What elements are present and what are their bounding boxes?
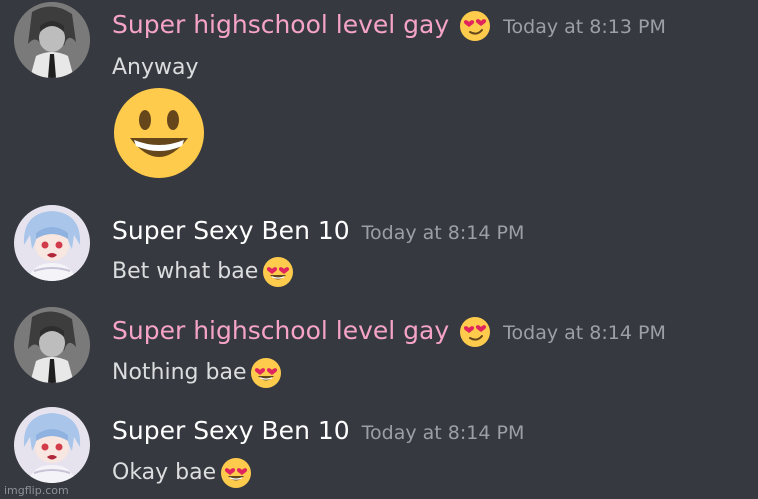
- timestamp[interactable]: Today at 8:14 PM: [362, 422, 525, 444]
- message-group: Super highschool level gay Today at 8:13…: [0, 0, 758, 190]
- avatar[interactable]: [14, 205, 90, 281]
- heart-eyes-wink-emoji-icon: [459, 316, 492, 348]
- author-name[interactable]: Super Sexy Ben 10: [112, 216, 350, 246]
- message-content: Anyway: [112, 53, 199, 83]
- message-text: Okay bae: [112, 460, 217, 485]
- heart-eyes-emoji-icon[interactable]: [220, 457, 252, 489]
- timestamp[interactable]: Today at 8:14 PM: [503, 322, 666, 344]
- heart-eyes-emoji-icon[interactable]: [250, 357, 282, 389]
- avatar[interactable]: [14, 407, 90, 483]
- message-content: Okay bae: [112, 457, 252, 489]
- watermark: imgflip.com: [4, 484, 69, 497]
- message-group: Super Sexy Ben 10 Today at 8:14 PM Okay …: [0, 405, 758, 495]
- author-name[interactable]: Super highschool level gay: [112, 10, 449, 40]
- heart-eyes-emoji-icon[interactable]: [262, 256, 294, 288]
- message-text: Bet what bae: [112, 259, 259, 284]
- message-header: Super Sexy Ben 10 Today at 8:14 PM: [112, 216, 524, 246]
- timestamp[interactable]: Today at 8:13 PM: [503, 16, 666, 38]
- avatar[interactable]: [14, 2, 90, 78]
- heart-eyes-wink-emoji-icon: [459, 10, 492, 42]
- message-header: Super highschool level gay Today at 8:14…: [112, 316, 666, 348]
- message-content: Bet what bae: [112, 256, 294, 288]
- smiley-emoji-icon[interactable]: [112, 86, 206, 180]
- message-header: Super Sexy Ben 10 Today at 8:14 PM: [112, 416, 524, 446]
- author-name[interactable]: Super highschool level gay: [112, 316, 449, 346]
- message-content: Nothing bae: [112, 357, 282, 389]
- message-text: Anyway: [112, 55, 199, 80]
- message-text: Nothing bae: [112, 360, 247, 385]
- avatar[interactable]: [14, 307, 90, 383]
- message-header: Super highschool level gay Today at 8:13…: [112, 10, 666, 42]
- message-group: Super highschool level gay Today at 8:14…: [0, 305, 758, 395]
- author-name[interactable]: Super Sexy Ben 10: [112, 416, 350, 446]
- message-group: Super Sexy Ben 10 Today at 8:14 PM Bet w…: [0, 205, 758, 295]
- timestamp[interactable]: Today at 8:14 PM: [362, 222, 525, 244]
